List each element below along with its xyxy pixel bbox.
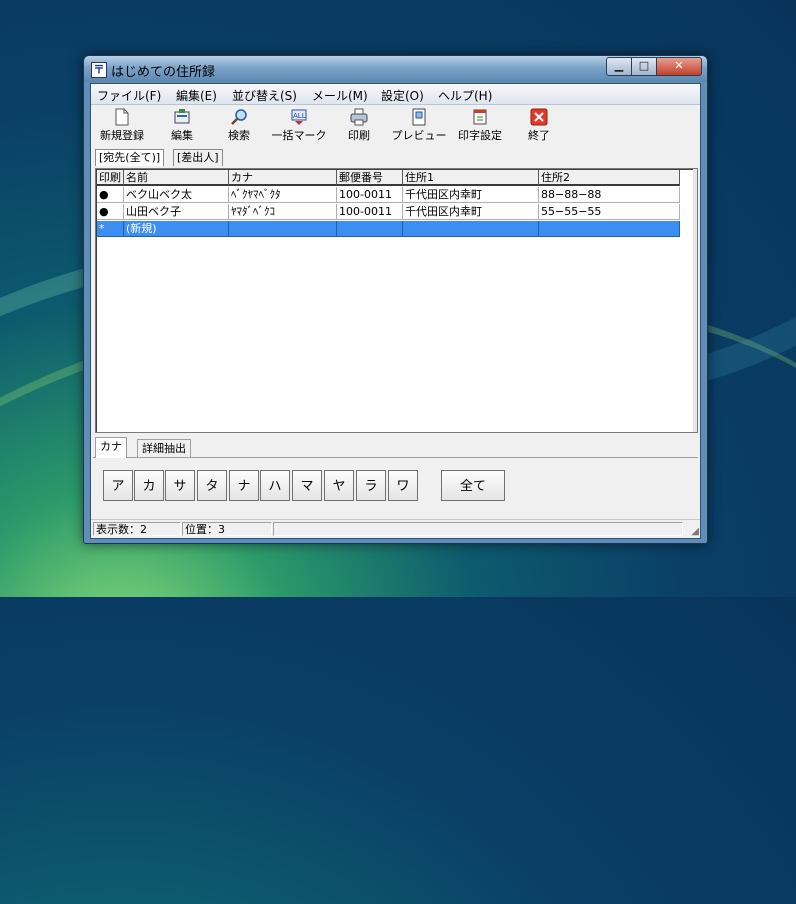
- toolbar: 新規登録 編集 検索 ALL 一括マーク 印刷 プレビュー 印字設定 終了: [91, 106, 700, 146]
- tab-detail-filter[interactable]: 詳細抽出: [137, 439, 191, 457]
- window-title: はじめての住所録: [111, 65, 216, 80]
- cell-print-mark[interactable]: ●: [97, 187, 124, 203]
- print-settings-icon: [473, 109, 487, 125]
- toolbar-label: 終了: [528, 129, 550, 142]
- cell-address1[interactable]: 千代田区内幸町: [403, 204, 539, 220]
- kana-button-ma[interactable]: マ: [292, 470, 322, 501]
- kana-button-ha[interactable]: ハ: [260, 470, 290, 501]
- cell-address2[interactable]: [539, 221, 680, 237]
- cell-zip[interactable]: 100-0011: [337, 187, 403, 203]
- col-header-kana[interactable]: カナ: [229, 170, 337, 186]
- status-count: 表示数：2: [93, 522, 181, 536]
- cell-new-marker[interactable]: *: [97, 221, 124, 237]
- app-postal-icon[interactable]: 〒: [91, 62, 107, 78]
- exit-icon: [530, 108, 548, 126]
- col-header-zip[interactable]: 郵便番号: [337, 170, 403, 186]
- toolbar-label: プレビュー: [391, 129, 447, 142]
- close-button[interactable]: ✕: [656, 57, 702, 76]
- cell-zip[interactable]: [337, 221, 403, 237]
- kana-button-ka[interactable]: カ: [134, 470, 164, 501]
- cell-kana[interactable]: ﾍﾞｸﾔﾏﾍﾞｸﾀ: [229, 187, 337, 203]
- edit-card-icon: [174, 109, 190, 124]
- toolbar-label: 一括マーク: [271, 129, 327, 142]
- menu-bar: ファイル(F) 編集(E) 並び替え(S) メール(M) 設定(O) ヘルプ(H…: [91, 84, 700, 105]
- cell-name[interactable]: 山田ベク子: [124, 204, 229, 220]
- kana-button-ya[interactable]: ヤ: [324, 470, 354, 501]
- col-header-name[interactable]: 名前: [124, 170, 229, 186]
- toolbar-label: 新規登録: [100, 129, 144, 142]
- edit-button[interactable]: 編集: [161, 106, 203, 146]
- kana-button-sa[interactable]: サ: [165, 470, 195, 501]
- col-header-address2[interactable]: 住所2: [539, 170, 680, 186]
- svg-text:ALL: ALL: [293, 112, 306, 120]
- toolbar-label: 検索: [228, 129, 250, 142]
- new-entry-button[interactable]: 新規登録: [95, 106, 149, 146]
- client-area: ファイル(F) 編集(E) 並び替え(S) メール(M) 設定(O) ヘルプ(H…: [90, 83, 701, 539]
- cell-name[interactable]: ベク山ベク太: [124, 187, 229, 203]
- tab-recipients-all[interactable]: [宛先(全て)]: [95, 149, 165, 166]
- status-empty-pane: [273, 522, 683, 536]
- kana-button-a[interactable]: ア: [103, 470, 133, 501]
- resize-grip-icon[interactable]: ◢: [691, 526, 699, 537]
- tab-kana[interactable]: カナ: [95, 437, 127, 458]
- cell-name[interactable]: (新規): [124, 221, 229, 237]
- bulk-mark-button[interactable]: ALL 一括マーク: [271, 106, 327, 146]
- print-settings-button[interactable]: 印字設定: [453, 106, 507, 146]
- col-header-address1[interactable]: 住所1: [403, 170, 539, 186]
- kana-button-wa[interactable]: ワ: [388, 470, 418, 501]
- menu-edit[interactable]: 編集(E): [176, 87, 217, 104]
- printer-icon: [350, 108, 368, 126]
- tab-sender[interactable]: [差出人]: [173, 149, 223, 166]
- kana-button-ra[interactable]: ラ: [356, 470, 386, 501]
- magnifier-icon: [231, 109, 247, 125]
- menu-sort[interactable]: 並び替え(S): [232, 87, 297, 104]
- search-button[interactable]: 検索: [221, 106, 257, 146]
- toolbar-label: 印字設定: [458, 129, 502, 142]
- kana-button-ta[interactable]: タ: [197, 470, 227, 501]
- kana-filter-panel: ア カ サ タ ナ ハ マ ヤ ラ ワ 全て: [93, 458, 698, 511]
- show-all-button[interactable]: 全て: [441, 470, 505, 501]
- cell-address2[interactable]: 88−88−88: [539, 187, 680, 203]
- maximize-button[interactable]: □: [631, 57, 657, 76]
- bulk-mark-icon: ALL: [291, 109, 307, 125]
- title-bar[interactable]: 〒 はじめての住所録 ▁ □ ✕: [84, 56, 707, 82]
- cell-zip[interactable]: 100-0011: [337, 204, 403, 220]
- preview-button[interactable]: プレビュー: [391, 106, 447, 146]
- minimize-button[interactable]: ▁: [606, 57, 632, 76]
- toolbar-label: 編集: [171, 129, 193, 142]
- toolbar-label: 印刷: [348, 129, 370, 142]
- col-header-print[interactable]: 印刷: [97, 170, 124, 186]
- menu-help[interactable]: ヘルプ(H): [438, 87, 492, 104]
- status-position: 位置：3: [182, 522, 272, 536]
- status-bar: 表示数：2 位置：3 ◢: [91, 519, 700, 538]
- cell-kana[interactable]: ﾔﾏﾀﾞﾍﾞｸｺ: [229, 204, 337, 220]
- cell-address1[interactable]: 千代田区内幸町: [403, 187, 539, 203]
- new-document-icon: [115, 108, 129, 126]
- print-button[interactable]: 印刷: [341, 106, 377, 146]
- menu-file[interactable]: ファイル(F): [97, 87, 161, 104]
- kana-button-na[interactable]: ナ: [229, 470, 259, 501]
- table-scrollbar[interactable]: [693, 169, 697, 432]
- cell-print-mark[interactable]: ●: [97, 204, 124, 220]
- preview-icon: [412, 108, 426, 126]
- filter-tabs: カナ 詳細抽出: [93, 437, 698, 458]
- menu-mail[interactable]: メール(M): [312, 87, 368, 104]
- cell-address2[interactable]: 55−55−55: [539, 204, 680, 220]
- cell-address1[interactable]: [403, 221, 539, 237]
- menu-settings[interactable]: 設定(O): [381, 87, 424, 104]
- cell-kana[interactable]: [229, 221, 337, 237]
- address-table: 印刷 名前 カナ 郵便番号 住所1 住所2 ● ベク山ベク太 ﾍﾞｸﾔﾏﾍﾞｸﾀ…: [95, 168, 698, 433]
- app-window: 〒 はじめての住所録 ▁ □ ✕ ファイル(F) 編集(E) 並び替え(S) メ…: [83, 55, 708, 544]
- exit-button[interactable]: 終了: [521, 106, 557, 146]
